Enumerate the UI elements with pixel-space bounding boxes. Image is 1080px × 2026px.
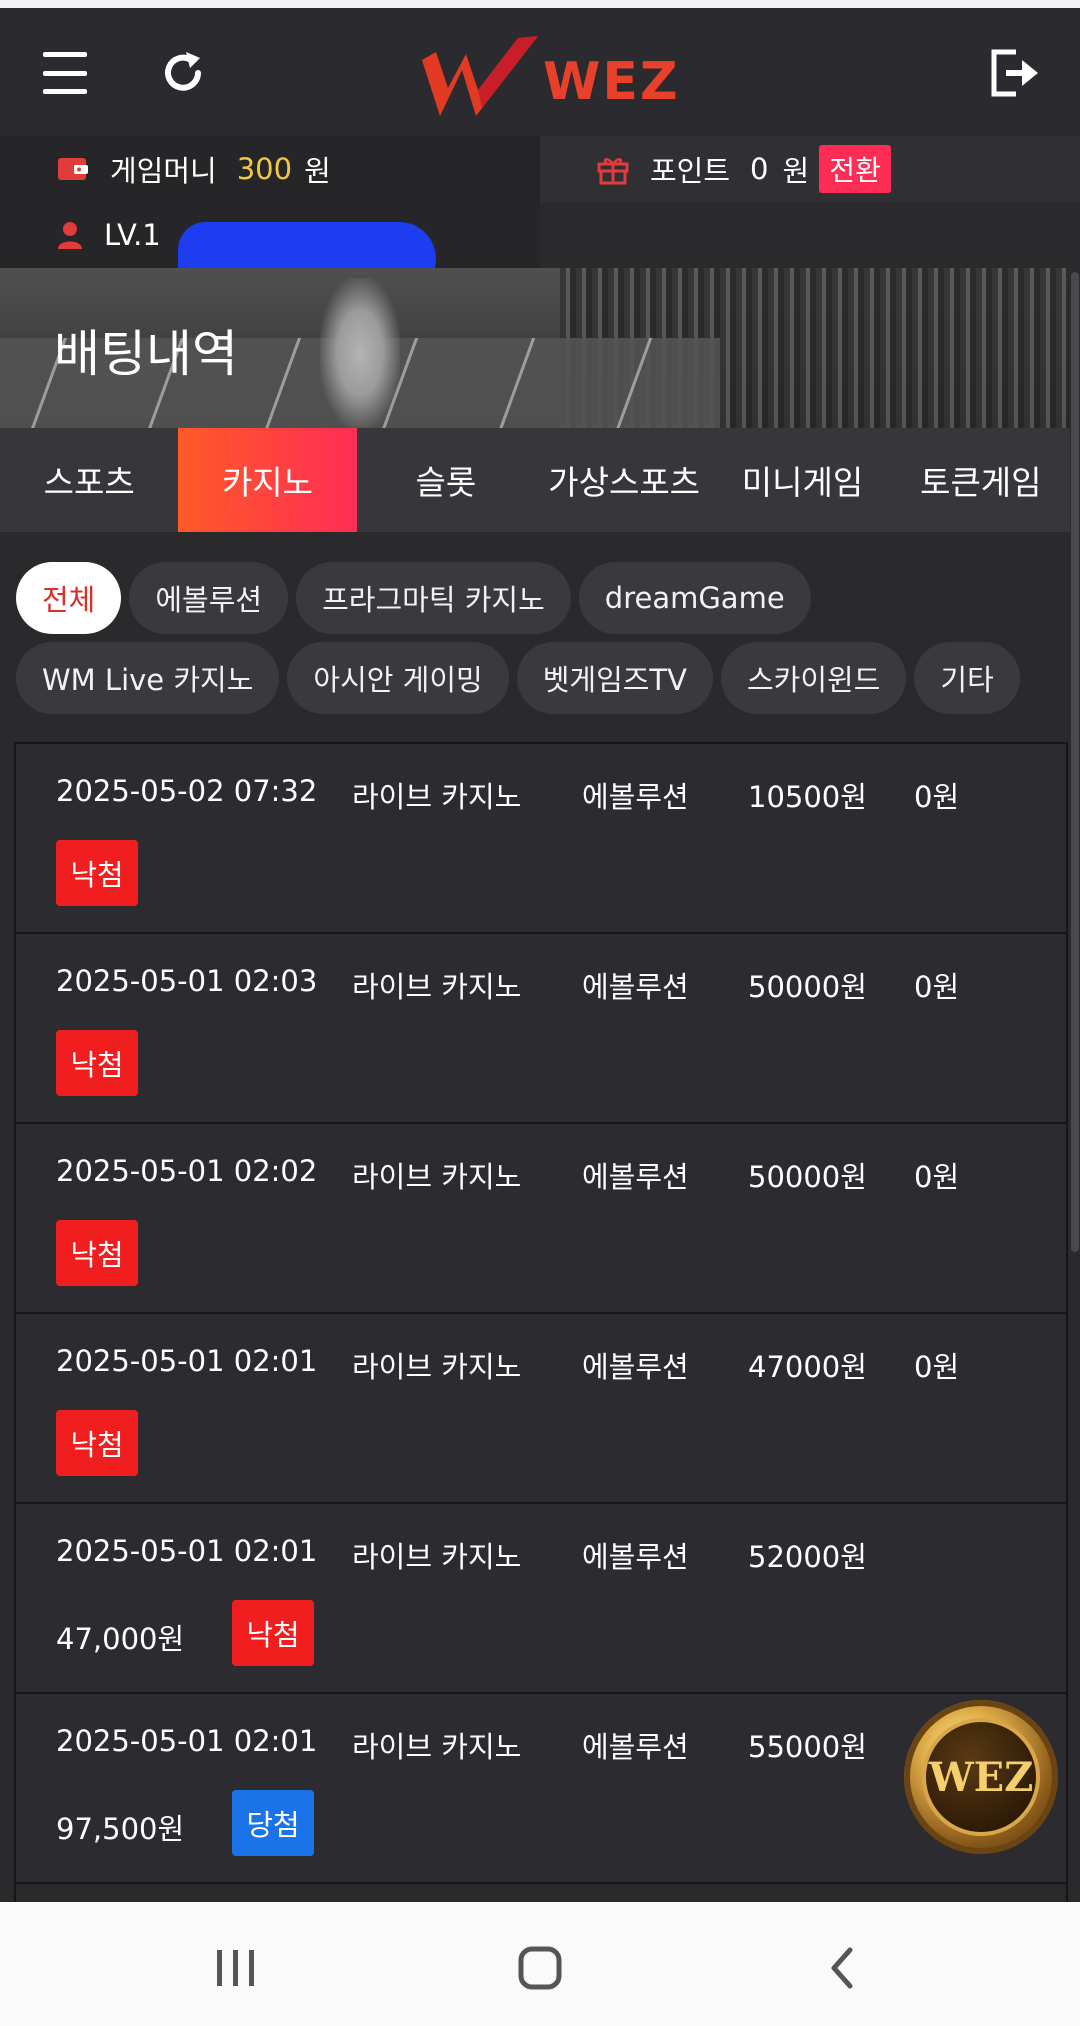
game-money-bar: 게임머니 300 원 xyxy=(0,136,540,202)
page-banner: 배팅내역 xyxy=(0,268,1070,428)
row-game: 에볼루션 xyxy=(582,1730,689,1764)
system-navigation-bar xyxy=(0,1902,1080,2026)
status-badge: 낙첨 xyxy=(56,840,138,906)
coin-emblem: WEZ xyxy=(922,1718,1040,1836)
status-badge: 낙첨 xyxy=(56,1030,138,1096)
row-datetime: 2025-05-01 02:01 xyxy=(56,1534,318,1568)
filter-chip-pragmatic[interactable]: 프라그마틱 카지노 xyxy=(296,562,571,634)
tab-virtual-sports[interactable]: 가상스포츠 xyxy=(535,428,713,532)
row-type: 라이브 카지노 xyxy=(352,1160,522,1194)
row-win-amount: 0원 xyxy=(914,780,960,814)
point-unit: 원 xyxy=(782,154,810,188)
row-bet-amount: 50000원 xyxy=(748,970,867,1004)
logo-mark-icon xyxy=(422,36,538,116)
provider-filters: 전체 에볼루션 프라그마틱 카지노 dreamGame WM Live 카지노 … xyxy=(16,562,1056,722)
wez-floating-button[interactable]: WEZ xyxy=(904,1700,1058,1854)
point-label: 포인트 xyxy=(650,154,731,188)
status-badge: 낙첨 xyxy=(56,1220,138,1286)
coin-text: WEZ xyxy=(928,1753,1034,1801)
recent-apps-icon[interactable] xyxy=(206,1938,266,1998)
tab-slot[interactable]: 슬롯 xyxy=(357,428,535,532)
row-bet-amount: 52000원 xyxy=(748,1540,867,1574)
row-payout-amount: 47,000원 xyxy=(56,1622,185,1656)
tab-token-game[interactable]: 토큰게임 xyxy=(892,428,1070,532)
logout-icon[interactable] xyxy=(984,44,1042,102)
row-datetime: 2025-05-02 07:32 xyxy=(56,774,318,808)
row-type: 라이브 카지노 xyxy=(352,1540,522,1574)
level-bar-empty xyxy=(540,202,1080,268)
gift-icon xyxy=(597,158,629,185)
category-tabs: 스포츠 카지노 슬롯 가상스포츠 미니게임 토큰게임 xyxy=(0,428,1070,532)
row-game: 에볼루션 xyxy=(582,780,689,814)
row-game: 에볼루션 xyxy=(582,1350,689,1384)
hamburger-menu-icon[interactable] xyxy=(38,46,92,100)
tab-casino[interactable]: 카지노 xyxy=(178,428,357,532)
row-type: 라이브 카지노 xyxy=(352,970,522,1004)
status-badge: 낙첨 xyxy=(232,1600,314,1666)
row-type: 라이브 카지노 xyxy=(352,1350,522,1384)
wez-logo[interactable]: WEZ xyxy=(418,30,678,120)
home-icon[interactable] xyxy=(510,1938,570,1998)
row-win-amount: 0원 xyxy=(914,1350,960,1384)
filter-chip-dreamgame[interactable]: dreamGame xyxy=(578,562,811,634)
status-badge: 낙첨 xyxy=(56,1410,138,1476)
user-icon xyxy=(58,222,82,249)
filter-chip-etc[interactable]: 기타 xyxy=(914,642,1020,714)
row-win-amount: 0원 xyxy=(914,1160,960,1194)
row-datetime: 2025-05-01 02:02 xyxy=(56,1154,318,1188)
row-game: 에볼루션 xyxy=(582,1160,689,1194)
point-value: 0 xyxy=(750,152,769,186)
back-icon[interactable] xyxy=(812,1938,872,1998)
logo-text: WEZ xyxy=(543,52,680,112)
status-badge: 당첨 xyxy=(232,1790,314,1856)
row-game: 에볼루션 xyxy=(582,1540,689,1574)
filter-chip-asian-gaming[interactable]: 아시안 게이밍 xyxy=(287,642,509,714)
filter-chip-evolution[interactable]: 에볼루션 xyxy=(129,562,289,634)
game-money-unit: 원 xyxy=(304,154,331,188)
row-bet-amount: 47000원 xyxy=(748,1350,867,1384)
row-datetime: 2025-05-01 02:01 xyxy=(56,1344,318,1378)
refresh-icon[interactable] xyxy=(156,46,210,100)
filter-chip-skywind[interactable]: 스카이윈드 xyxy=(720,642,907,714)
filter-chip-all[interactable]: 전체 xyxy=(16,562,122,634)
filter-chip-wm-live[interactable]: WM Live 카지노 xyxy=(16,642,280,714)
table-row[interactable]: 2025-05-01 02:03 라이브 카지노 에볼루션 50000원 0원 … xyxy=(16,934,1066,1124)
row-payout-amount: 97,500원 xyxy=(56,1812,185,1846)
top-header: WEZ xyxy=(0,8,1080,136)
filter-chip-betgames[interactable]: 벳게임즈TV xyxy=(516,642,713,714)
row-win-amount: 0원 xyxy=(914,970,960,1004)
row-bet-amount: 10500원 xyxy=(748,780,867,814)
row-bet-amount: 55000원 xyxy=(748,1730,867,1764)
table-row[interactable]: 2025-05-01 02:01 라이브 카지노 에볼루션 52000원 47,… xyxy=(16,1504,1066,1694)
table-row[interactable]: 2025-05-02 07:32 라이브 카지노 에볼루션 10500원 0원 … xyxy=(16,744,1066,934)
status-strip xyxy=(0,0,1080,8)
table-row[interactable]: 2025-05-01 02:01 라이브 카지노 에볼루션 47000원 0원 … xyxy=(16,1314,1066,1504)
row-datetime: 2025-05-01 02:03 xyxy=(56,964,318,998)
row-game: 에볼루션 xyxy=(582,970,689,1004)
row-type: 라이브 카지노 xyxy=(352,780,522,814)
convert-button[interactable]: 전환 xyxy=(819,145,891,193)
page-scrollbar-thumb[interactable] xyxy=(1071,272,1079,1252)
tab-sports[interactable]: 스포츠 xyxy=(0,428,178,532)
row-datetime: 2025-05-01 02:01 xyxy=(56,1724,318,1758)
user-level: LV.1 xyxy=(104,218,161,252)
tab-minigame[interactable]: 미니게임 xyxy=(713,428,891,532)
page-title: 배팅내역 xyxy=(54,325,238,383)
bet-history-table: 2025-05-02 07:32 라이브 카지노 에볼루션 10500원 0원 … xyxy=(14,742,1068,1902)
wallet-icon xyxy=(58,158,88,180)
row-type: 라이브 카지노 xyxy=(352,1730,522,1764)
game-money-label: 게임머니 xyxy=(110,154,217,188)
row-bet-amount: 50000원 xyxy=(748,1160,867,1194)
table-row[interactable]: 2025-05-01 02:02 라이브 카지노 에볼루션 50000원 0원 … xyxy=(16,1124,1066,1314)
game-money-value: 300 xyxy=(236,152,293,186)
point-bar: 포인트 0 원 전환 xyxy=(540,136,1080,202)
